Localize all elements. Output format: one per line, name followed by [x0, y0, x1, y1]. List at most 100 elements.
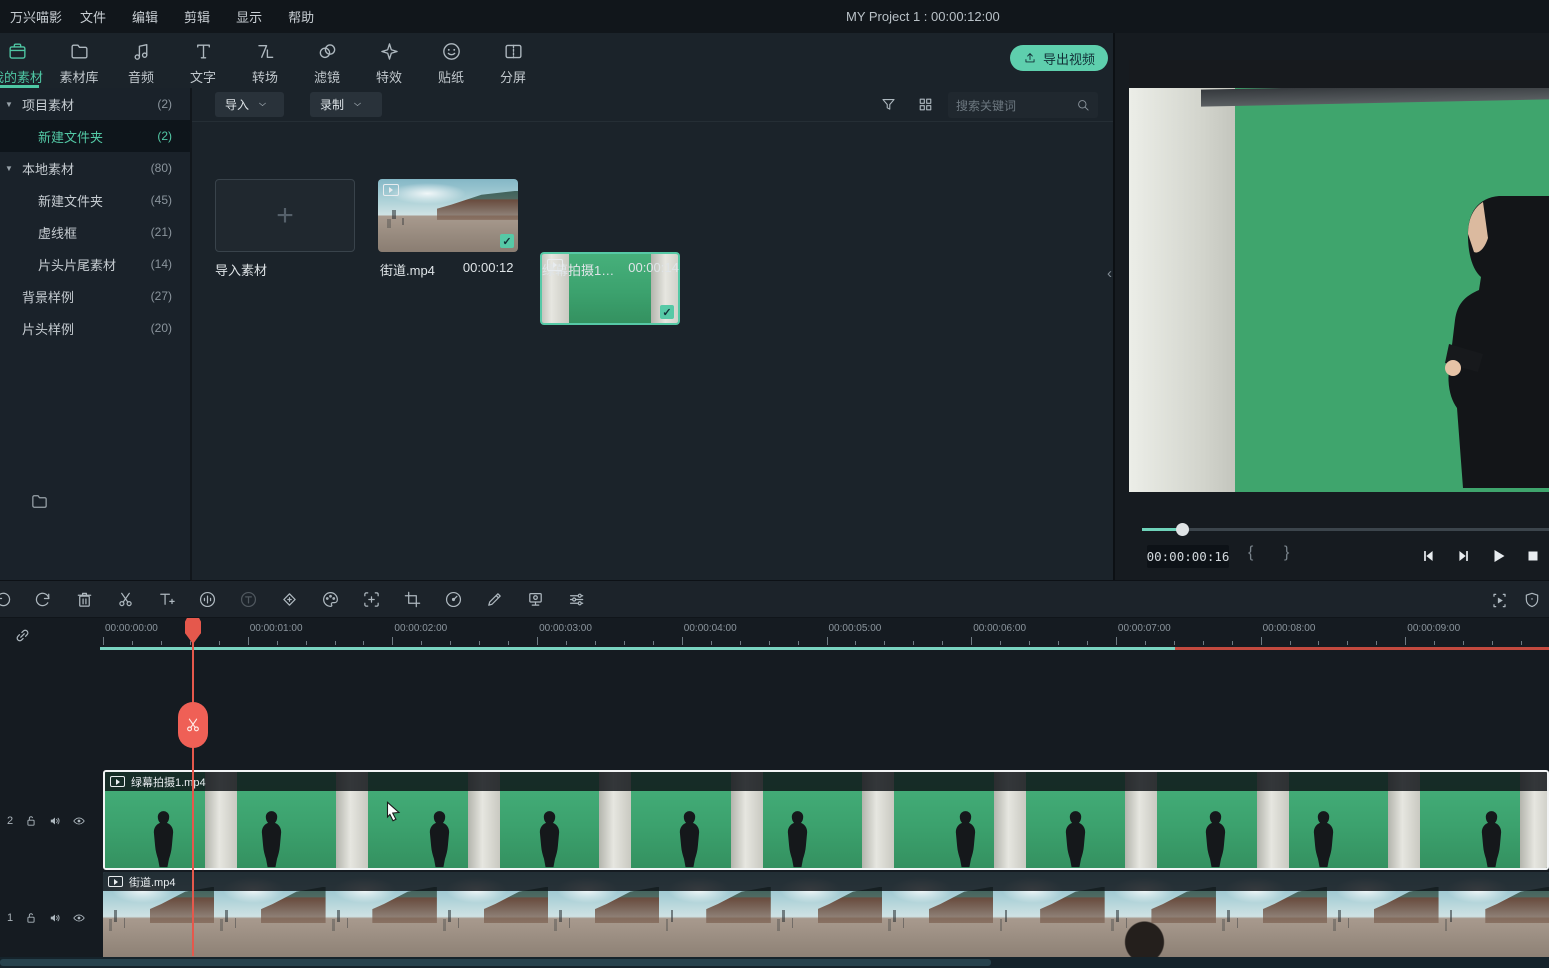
render-progress-line — [100, 647, 1549, 650]
toolbar-redo-icon[interactable] — [34, 590, 53, 609]
sidebar-item-4[interactable]: 虚线框(21) — [0, 216, 190, 248]
folder-icon[interactable] — [30, 492, 49, 511]
import-card-label: 导入素材 — [215, 260, 267, 279]
toolbar-textadd-icon[interactable] — [157, 590, 176, 609]
toolbar-pen-icon[interactable] — [485, 590, 504, 609]
green-card-caption: 绿幕拍摄1… 00:00:14 — [542, 260, 842, 279]
toolbar-snapshot-icon[interactable] — [526, 590, 545, 609]
video-badge-icon — [110, 776, 125, 787]
person-silhouette — [258, 809, 285, 867]
ruler-tick-major — [103, 637, 104, 645]
tab-label: 我的素材 — [0, 67, 43, 86]
speaker-icon[interactable] — [48, 814, 62, 828]
shield-icon[interactable] — [1523, 591, 1541, 609]
eye-icon[interactable] — [72, 911, 86, 925]
preview-scrubber[interactable] — [1142, 528, 1549, 531]
eye-icon[interactable] — [72, 814, 86, 828]
tab-textT[interactable]: 文字 — [172, 33, 234, 88]
lock-icon[interactable] — [24, 814, 38, 828]
toolbar-beat-icon[interactable] — [198, 590, 217, 609]
toolbar-undo-icon[interactable] — [0, 590, 12, 609]
import-media-card[interactable]: + — [215, 179, 355, 252]
toolbar-track-icon[interactable] — [362, 590, 381, 609]
ruler-timecode: 00:00:03:00 — [539, 623, 592, 634]
sidebar-item-0[interactable]: ▼项目素材(2) — [0, 88, 190, 120]
grid-view-icon[interactable] — [917, 96, 934, 113]
toolbar-keyframe-icon[interactable] — [280, 590, 299, 609]
menu-item-0[interactable]: 文件 — [80, 7, 106, 26]
ruler-tick-major — [392, 637, 393, 645]
filter-funnel-icon[interactable] — [880, 96, 897, 113]
playhead-line[interactable] — [192, 618, 194, 956]
menu-item-4[interactable]: 帮助 — [288, 7, 314, 26]
render-preview-icon[interactable] — [1490, 591, 1509, 610]
media-card-street[interactable]: ✓ — [378, 179, 518, 252]
mark-in-button[interactable]: { — [1248, 544, 1253, 562]
ruler-tick-minor — [1029, 641, 1030, 645]
toolbar-trash-icon[interactable] — [75, 590, 94, 609]
tab-folder[interactable]: 素材库 — [48, 33, 110, 88]
tab-label: 分屏 — [500, 67, 526, 86]
sidebar-item-2[interactable]: ▼本地素材(80) — [0, 152, 190, 184]
tab-transition[interactable]: 转场 — [234, 33, 296, 88]
upload-icon — [1023, 51, 1037, 65]
sidebar: ▼项目素材(2)新建文件夹(2)▼本地素材(80)新建文件夹(45)虚线框(21… — [0, 88, 190, 580]
menu-item-2[interactable]: 剪辑 — [184, 7, 210, 26]
ruler-timecode: 00:00:05:00 — [829, 623, 882, 634]
speaker-icon[interactable] — [48, 911, 62, 925]
toolbar-scissors-icon[interactable] — [116, 590, 135, 609]
timeline-clip-greenscreen[interactable]: 绿幕拍摄1.mp4 — [103, 770, 1549, 870]
sidebar-item-label: 新建文件夹 — [38, 127, 103, 146]
ruler-tick-minor — [1434, 641, 1435, 645]
sidebar-item-3[interactable]: 新建文件夹(45) — [0, 184, 190, 216]
record-dropdown-button[interactable]: 录制 — [310, 92, 382, 117]
timeline-scrollbar[interactable] — [0, 957, 1549, 968]
toolbar-palette-icon[interactable] — [321, 590, 340, 609]
scrubber-handle[interactable] — [1176, 523, 1189, 536]
scrollbar-thumb[interactable] — [0, 959, 991, 966]
tab-label: 滤镜 — [314, 67, 340, 86]
menu-bar: 万兴喵影 文件编辑剪辑显示帮助 MY Project 1 : 00:00:12:… — [0, 0, 1549, 33]
ruler-tick-major — [971, 637, 972, 645]
clip-name: 街道.mp4 — [129, 874, 175, 890]
search-input[interactable]: 搜索关键词 — [948, 92, 1098, 118]
ruler-tick-major — [1116, 637, 1117, 645]
menu-item-1[interactable]: 编辑 — [132, 7, 158, 26]
ruler-tick-major — [537, 637, 538, 645]
timeline-clip-street[interactable]: 街道.mp4 — [103, 872, 1549, 963]
tab-split[interactable]: 分屏 — [482, 33, 544, 88]
ruler-tick-minor — [1492, 641, 1493, 645]
plus-icon: + — [276, 201, 294, 231]
playhead-split-button[interactable] — [178, 702, 208, 748]
next-frame-button[interactable] — [1454, 547, 1472, 565]
tab-briefcase[interactable]: 我的素材 — [0, 33, 48, 88]
tab-filtercircles[interactable]: 滤镜 — [296, 33, 358, 88]
toolbar-speed-icon[interactable] — [444, 590, 463, 609]
clip-name: 绿幕拍摄1.mp4 — [131, 774, 206, 790]
play-button[interactable] — [1488, 546, 1508, 566]
sidebar-item-6[interactable]: 背景样例(27) — [0, 280, 190, 312]
stop-button[interactable] — [1524, 547, 1542, 565]
tab-sparkle[interactable]: 特效 — [358, 33, 420, 88]
previous-frame-button[interactable] — [1420, 547, 1438, 565]
toolbar-tcircle-icon[interactable] — [239, 590, 258, 609]
sidebar-item-1[interactable]: 新建文件夹(2) — [0, 120, 190, 152]
sidebar-item-7[interactable]: 片头样例(20) — [0, 312, 190, 344]
toolbar-crop-icon[interactable] — [403, 590, 422, 609]
timeline-ruler[interactable]: 00:00:00:0000:00:01:0000:00:02:0000:00:0… — [0, 618, 1549, 646]
tab-smiley[interactable]: 贴纸 — [420, 33, 482, 88]
ruler-tick-major — [248, 637, 249, 645]
export-video-button[interactable]: 导出视频 — [1010, 45, 1108, 71]
lock-icon[interactable] — [24, 911, 38, 925]
expander-triangle-icon[interactable]: ▼ — [5, 100, 13, 109]
sidebar-item-label: 背景样例 — [22, 287, 74, 306]
mark-out-button[interactable]: } — [1284, 544, 1289, 562]
tab-music[interactable]: 音频 — [110, 33, 172, 88]
toolbar-adjust-icon[interactable] — [567, 590, 586, 609]
sidebar-item-5[interactable]: 片头片尾素材(14) — [0, 248, 190, 280]
menu-item-3[interactable]: 显示 — [236, 7, 262, 26]
ruler-timecode: 00:00:09:00 — [1407, 623, 1460, 634]
sidebar-item-count: (80) — [151, 161, 172, 175]
import-dropdown-button[interactable]: 导入 — [215, 92, 284, 117]
expander-triangle-icon[interactable]: ▼ — [5, 164, 13, 173]
